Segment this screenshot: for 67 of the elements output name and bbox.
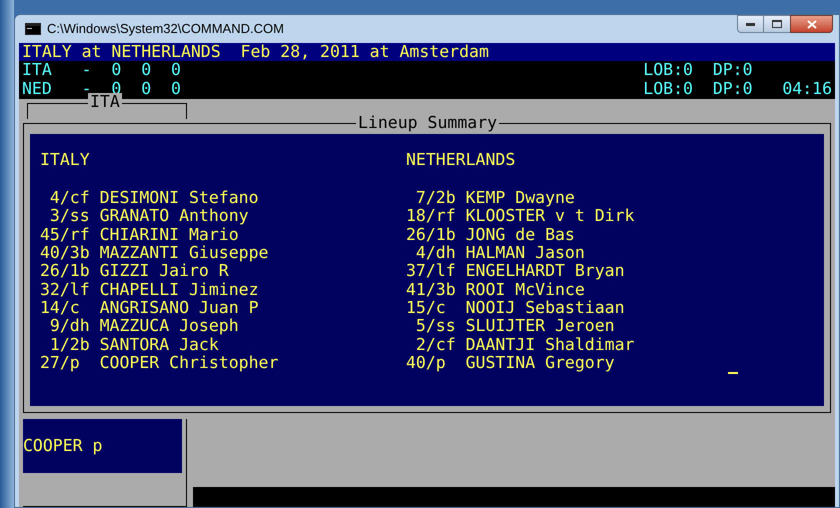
lineup-spot: 26/1b	[40, 262, 91, 281]
player-name: GUSTINA Gregory	[466, 354, 615, 372]
game-clock: 04:16	[782, 80, 832, 98]
score-value: 0	[111, 61, 122, 80]
lineup-spot: 15/c	[406, 298, 447, 318]
lineup-spot: 7/2b	[414, 189, 457, 208]
console-icon	[25, 23, 41, 35]
player-name: DAANTJI Shaldimar	[466, 336, 634, 354]
score-value: 0	[170, 61, 182, 80]
close-icon	[806, 20, 816, 28]
lineup-spot: 9/dh	[48, 317, 91, 336]
lineup-spot: 41/3b	[406, 280, 457, 299]
player-name: CHIARINI Mario	[100, 226, 239, 244]
player-name: GRANATO Anthony	[100, 207, 249, 226]
team-name: ITALY	[40, 150, 91, 170]
dp-count: DP:0	[712, 61, 754, 80]
player-name: SLUIJTER Jeroen	[466, 317, 615, 336]
text-cursor	[728, 372, 738, 374]
lineup-spot: 40/3b	[40, 244, 91, 262]
player-name: MAZZANTI Giuseppe	[100, 244, 268, 262]
maximize-button[interactable]	[764, 15, 790, 33]
player-name: KEMP Dwayne	[466, 189, 575, 208]
player-name: MAZZUCA Joseph	[100, 317, 239, 336]
score-dash: -	[82, 61, 93, 80]
player-name: KLOOSTER v t Dirk	[466, 207, 634, 226]
lineup-spot: 5/ss	[414, 317, 457, 336]
lineup-spot: 14/c	[40, 298, 81, 318]
lineup-title: Lineup Summary	[356, 114, 500, 132]
team-code: ITA	[22, 61, 53, 80]
lineup-spot: 3/ss	[48, 207, 91, 226]
lineup-spot: 18/rf	[406, 207, 457, 226]
team-code: NED	[22, 80, 53, 98]
player-name: DESIMONI Stefano	[100, 189, 259, 208]
player-name: GIZZI Jairo R	[100, 262, 229, 281]
player-name: NOOIJ Sebastiaan	[466, 298, 625, 318]
minimize-button[interactable]	[737, 15, 764, 33]
minimize-icon	[746, 22, 755, 26]
player-name: COOPER Christopher	[100, 354, 278, 372]
maximize-icon	[772, 20, 782, 28]
lineup-spot: 2/cf	[414, 336, 457, 354]
window-title: C:\Windows\System32\COMMAND.COM	[47, 20, 284, 38]
lob-count: LOB:0	[643, 61, 694, 80]
lineup-spot: 37/lf	[406, 262, 457, 281]
lob-count: LOB:0	[643, 80, 694, 98]
player-name: HALMAN Jason	[466, 244, 585, 262]
current-player-box: COOPER p	[23, 418, 182, 473]
score-value: 0	[141, 80, 152, 98]
player-name: ROOI McVince	[466, 280, 585, 299]
close-button[interactable]	[790, 15, 833, 33]
lineup-spot: 40/p	[406, 354, 447, 372]
player-name: ENGELHARDT Bryan	[466, 262, 625, 281]
score-value: 0	[170, 80, 182, 98]
player-name: JONG de Bas	[466, 226, 575, 244]
lineup-spot: 4/dh	[414, 244, 457, 262]
player-name: SANTORA Jack	[100, 336, 219, 354]
lineup-spot: 26/1b	[406, 226, 457, 244]
lineup-spot: 27/p	[40, 354, 81, 372]
lineup-spot: 45/rf	[40, 226, 91, 244]
team-name: NETHERLANDS	[406, 150, 516, 170]
lineup-spot: 1/2b	[48, 336, 91, 354]
lineup-spot: 32/lf	[40, 280, 91, 299]
lineup-spot: 4/cf	[48, 189, 91, 208]
score-value: 0	[141, 61, 152, 80]
player-name: ANGRISANO Juan P	[100, 298, 259, 318]
dp-count: DP:0	[712, 80, 754, 98]
game-header: ITALY at NETHERLANDS Feb 28, 2011 at Amsterdam	[19, 43, 835, 62]
player-name: CHAPELLI Jiminez	[100, 280, 259, 299]
